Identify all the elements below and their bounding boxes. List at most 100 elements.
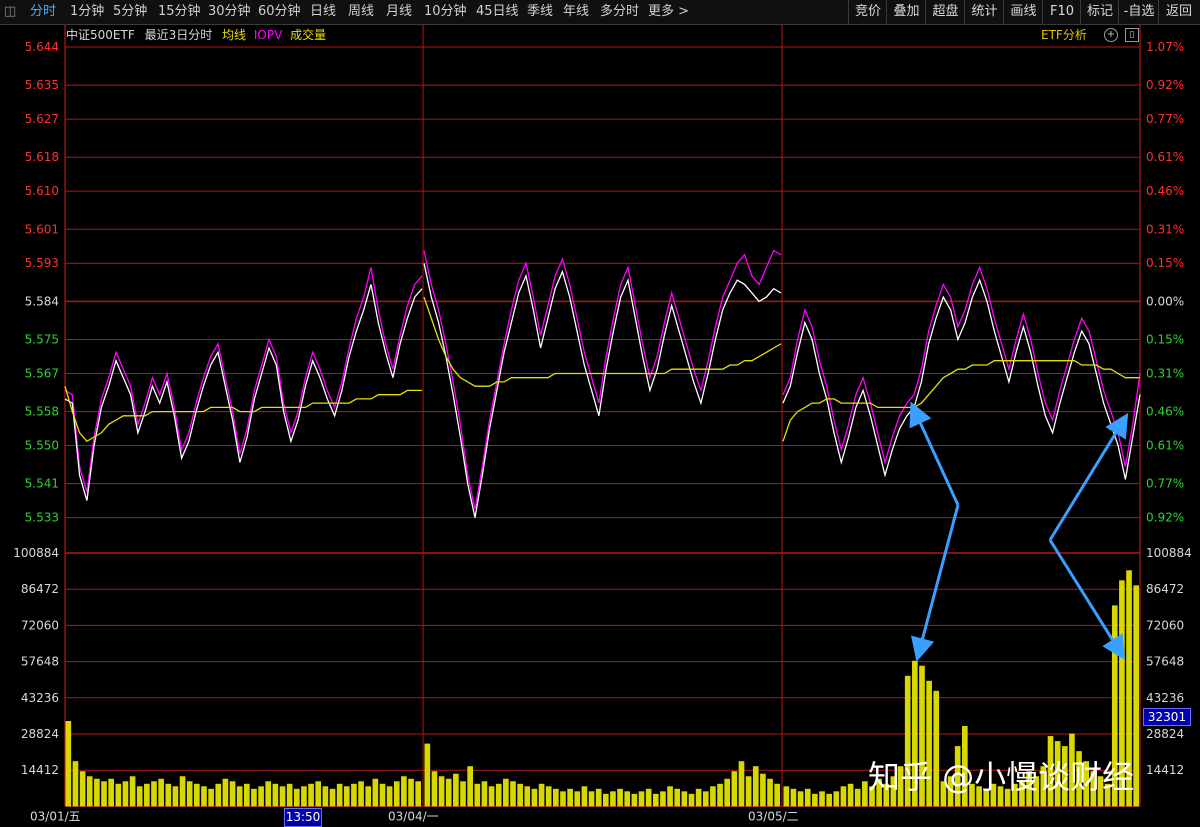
volume-tick-right: 43236 bbox=[1146, 691, 1184, 705]
zoom-in-icon[interactable]: + bbox=[1104, 28, 1118, 42]
tab-period-0[interactable]: 分时 bbox=[30, 0, 56, 24]
iopv-label[interactable]: IOPV bbox=[254, 28, 282, 42]
price-tick-right: 0.61% bbox=[1146, 150, 1184, 164]
window-toggle-icon[interactable]: ▯ bbox=[1125, 28, 1139, 42]
tab-period-12[interactable]: 年线 bbox=[563, 0, 589, 24]
volume-bar bbox=[72, 761, 79, 807]
tool-button-4[interactable]: 画线 bbox=[1003, 0, 1043, 24]
chart-legend: 中证500ETF 最近3日分时 均线 IOPV 成交量 bbox=[66, 26, 326, 43]
date-tick: 03/04/一 bbox=[388, 809, 439, 823]
volume-bar bbox=[510, 781, 516, 807]
price-lines bbox=[64, 249, 1141, 518]
volume-bar bbox=[674, 788, 681, 807]
volume-bar bbox=[244, 783, 250, 807]
volume-bar bbox=[760, 773, 766, 807]
volume-bar bbox=[783, 786, 790, 807]
tool-button-2[interactable]: 超盘 bbox=[925, 0, 965, 24]
tab-period-3[interactable]: 15分钟 bbox=[158, 0, 201, 24]
tab-period-9[interactable]: 10分钟 bbox=[424, 0, 467, 24]
volume-bar bbox=[488, 786, 495, 807]
volume-bar bbox=[229, 781, 236, 807]
series-line-avg bbox=[64, 386, 422, 443]
price-tick-left: 5.627 bbox=[25, 112, 59, 126]
volume-bar bbox=[258, 786, 264, 807]
volume-bar bbox=[797, 791, 804, 807]
intraday-chart[interactable]: 5.644 5.635 5.627 5.618 5.610 5.601 5.593 5.584… bbox=[0, 25, 1200, 827]
price-tick-left: 5.584 bbox=[25, 294, 59, 308]
etf-analysis-button[interactable]: ETF分析 bbox=[1041, 26, 1087, 43]
volume-bar bbox=[408, 778, 414, 807]
series-line-price bbox=[64, 284, 423, 501]
avg-line-label[interactable]: 均线 bbox=[222, 28, 246, 42]
series-line-iopv bbox=[423, 249, 782, 510]
volume-bar bbox=[812, 793, 818, 807]
tab-period-13[interactable]: 多分时 bbox=[600, 0, 639, 24]
annotation-arrow bbox=[1048, 539, 1126, 661]
tab-period-1[interactable]: 1分钟 bbox=[70, 0, 104, 24]
volume-bar bbox=[560, 791, 566, 807]
volume-bar bbox=[495, 783, 502, 807]
tab-period-10[interactable]: 45日线 bbox=[476, 0, 519, 24]
volume-label[interactable]: 成交量 bbox=[290, 28, 326, 42]
tool-button-3[interactable]: 统计 bbox=[964, 0, 1004, 24]
tool-button-7[interactable]: -自选 bbox=[1118, 0, 1159, 24]
volume-bar bbox=[101, 781, 107, 807]
tab-period-6[interactable]: 日线 bbox=[310, 0, 336, 24]
volume-tick-left: 72060 bbox=[21, 618, 59, 632]
volume-bar bbox=[122, 781, 129, 807]
volume-bar bbox=[336, 783, 343, 807]
tab-period-11[interactable]: 季线 bbox=[527, 0, 553, 24]
volume-bar bbox=[158, 778, 164, 807]
period-label: 最近3日分时 bbox=[144, 28, 213, 42]
tool-button-5[interactable]: F10 bbox=[1042, 0, 1081, 24]
volume-bar bbox=[645, 788, 652, 807]
volume-bar bbox=[553, 788, 559, 807]
volume-bar bbox=[767, 778, 773, 807]
tool-button-0[interactable]: 竞价 bbox=[848, 0, 887, 24]
tab-period-7[interactable]: 周线 bbox=[348, 0, 374, 24]
tool-button-6[interactable]: 标记 bbox=[1080, 0, 1119, 24]
tab-period-5[interactable]: 60分钟 bbox=[258, 0, 301, 24]
toggle-panel-icon[interactable]: ◫ bbox=[4, 0, 16, 24]
tool-button-1[interactable]: 叠加 bbox=[886, 0, 926, 24]
volume-bar bbox=[724, 778, 731, 807]
volume-tick-right: 100884 bbox=[1146, 546, 1192, 560]
volume-bar bbox=[517, 783, 523, 807]
tab-period-14[interactable]: 更多 > bbox=[648, 0, 689, 24]
volume-tick-right: 14412 bbox=[1146, 763, 1184, 777]
volume-bar bbox=[524, 786, 531, 807]
volume-bar bbox=[660, 791, 666, 807]
tab-period-8[interactable]: 月线 bbox=[386, 0, 412, 24]
volume-bar bbox=[236, 786, 243, 807]
volume-tick-left: 14412 bbox=[21, 763, 59, 777]
price-tick-left: 5.610 bbox=[25, 184, 59, 198]
volume-bar bbox=[194, 783, 200, 807]
date-tick: 03/01/五 bbox=[30, 809, 81, 823]
volume-bar bbox=[567, 788, 573, 807]
price-tick-left: 5.575 bbox=[25, 333, 59, 347]
price-tick-left: 5.618 bbox=[25, 150, 59, 164]
price-tick-right: 0.15% bbox=[1146, 256, 1184, 270]
volume-bar bbox=[293, 788, 300, 807]
volume-bar bbox=[272, 783, 279, 807]
tab-period-2[interactable]: 5分钟 bbox=[113, 0, 147, 24]
price-tick-left: 5.541 bbox=[25, 477, 59, 491]
volume-bar bbox=[752, 766, 759, 807]
volume-bar bbox=[393, 781, 400, 807]
volume-bar bbox=[358, 781, 364, 807]
volume-bar bbox=[574, 791, 581, 807]
volume-bar bbox=[386, 786, 393, 807]
volume-bar bbox=[481, 781, 488, 807]
volume-bar bbox=[717, 783, 723, 807]
tool-button-8[interactable]: 返回 bbox=[1158, 0, 1199, 24]
tab-period-4[interactable]: 30分钟 bbox=[208, 0, 251, 24]
volume-bar bbox=[774, 783, 780, 807]
price-tick-right: 0.31% bbox=[1146, 222, 1184, 236]
price-tick-left: 5.601 bbox=[25, 222, 59, 236]
volume-bar bbox=[315, 781, 322, 807]
security-name: 中证500ETF bbox=[66, 28, 135, 42]
volume-bar bbox=[308, 783, 314, 807]
volume-bar bbox=[453, 773, 459, 807]
volume-tick-left: 57648 bbox=[21, 655, 59, 669]
price-tick-right: 0.77% bbox=[1146, 112, 1184, 126]
